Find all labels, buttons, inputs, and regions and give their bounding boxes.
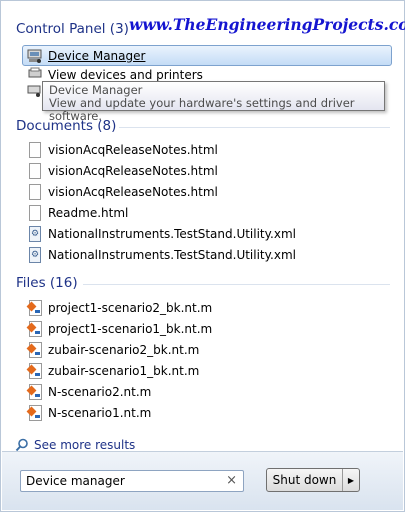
file-item[interactable]: zubair-scenario1_bk.nt.m bbox=[27, 361, 390, 381]
result-label: Readme.html bbox=[48, 206, 129, 220]
result-label: NationalInstruments.TestStand.Utility.xm… bbox=[48, 227, 296, 241]
search-input-value: Device manager bbox=[26, 474, 125, 488]
control-panel-header[interactable]: Control Panel (3) bbox=[16, 21, 129, 37]
matlab-file-icon bbox=[27, 341, 43, 359]
file-item[interactable]: zubair-scenario2_bk.nt.m bbox=[27, 340, 390, 360]
file-item[interactable]: project1-scenario1_bk.nt.m bbox=[27, 319, 390, 339]
document-item[interactable]: visionAcqReleaseNotes.html bbox=[27, 182, 390, 202]
watermark-text: www.TheEngineeringProjects.com bbox=[129, 15, 405, 34]
files-header[interactable]: Files (16) bbox=[16, 275, 78, 291]
see-more-label: See more results bbox=[34, 438, 136, 452]
html-file-icon bbox=[27, 204, 43, 222]
shut-down-options-arrow-icon[interactable]: ▶ bbox=[343, 469, 359, 491]
matlab-file-icon bbox=[27, 383, 43, 401]
result-label: visionAcqReleaseNotes.html bbox=[48, 164, 218, 178]
devices-printers-icon bbox=[27, 67, 43, 83]
shut-down-button[interactable]: Shut down bbox=[267, 469, 343, 491]
result-device-manager[interactable]: Device Manager bbox=[22, 45, 392, 66]
html-file-icon bbox=[27, 162, 43, 180]
document-item[interactable]: ⚙ NationalInstruments.TestStand.Utility.… bbox=[27, 224, 390, 244]
result-label: N-scenario2.nt.m bbox=[48, 385, 152, 399]
result-label: zubair-scenario1_bk.nt.m bbox=[48, 364, 200, 378]
see-more-results-link[interactable]: See more results bbox=[15, 438, 135, 452]
document-item[interactable]: visionAcqReleaseNotes.html bbox=[27, 161, 390, 181]
documents-header[interactable]: Documents (8) bbox=[16, 118, 116, 134]
files-divider bbox=[83, 284, 390, 285]
shut-down-button-group: Shut down ▶ bbox=[266, 468, 360, 492]
result-label: project1-scenario1_bk.nt.m bbox=[48, 322, 213, 336]
file-item[interactable]: N-scenario2.nt.m bbox=[27, 382, 390, 402]
result-label: visionAcqReleaseNotes.html bbox=[48, 143, 218, 157]
document-item[interactable]: Readme.html bbox=[27, 203, 390, 223]
matlab-file-icon bbox=[27, 320, 43, 338]
search-icon bbox=[15, 438, 29, 452]
matlab-file-icon bbox=[27, 362, 43, 380]
documents-divider bbox=[119, 127, 390, 128]
control-panel-item-icon bbox=[27, 82, 43, 100]
html-file-icon bbox=[27, 183, 43, 201]
matlab-file-icon bbox=[27, 404, 43, 422]
result-label: visionAcqReleaseNotes.html bbox=[48, 185, 218, 199]
xml-file-icon: ⚙ bbox=[27, 225, 43, 243]
document-item[interactable]: visionAcqReleaseNotes.html bbox=[27, 140, 390, 160]
xml-file-icon: ⚙ bbox=[27, 246, 43, 264]
tooltip: Device Manager View and update your hard… bbox=[42, 81, 385, 123]
matlab-file-icon bbox=[27, 299, 43, 317]
start-menu-search-results: Control Panel (3) www.TheEngineeringProj… bbox=[0, 0, 405, 512]
result-label: View devices and printers bbox=[48, 68, 203, 82]
file-item[interactable]: N-scenario1.nt.m bbox=[27, 403, 390, 423]
result-label: NationalInstruments.TestStand.Utility.xm… bbox=[48, 248, 296, 262]
result-label: N-scenario1.nt.m bbox=[48, 406, 152, 420]
file-item[interactable]: project1-scenario2_bk.nt.m bbox=[27, 298, 390, 318]
bottom-bar: Device manager × Shut down ▶ bbox=[2, 451, 403, 510]
result-third-control-panel-item[interactable] bbox=[27, 83, 41, 99]
device-manager-icon bbox=[27, 47, 43, 65]
search-input[interactable]: Device manager × bbox=[20, 470, 244, 492]
result-label: zubair-scenario2_bk.nt.m bbox=[48, 343, 200, 357]
html-file-icon bbox=[27, 141, 43, 159]
clear-search-icon[interactable]: × bbox=[226, 473, 237, 488]
result-label: Device Manager bbox=[48, 48, 146, 63]
document-item[interactable]: ⚙ NationalInstruments.TestStand.Utility.… bbox=[27, 245, 390, 265]
result-label: project1-scenario2_bk.nt.m bbox=[48, 301, 213, 315]
